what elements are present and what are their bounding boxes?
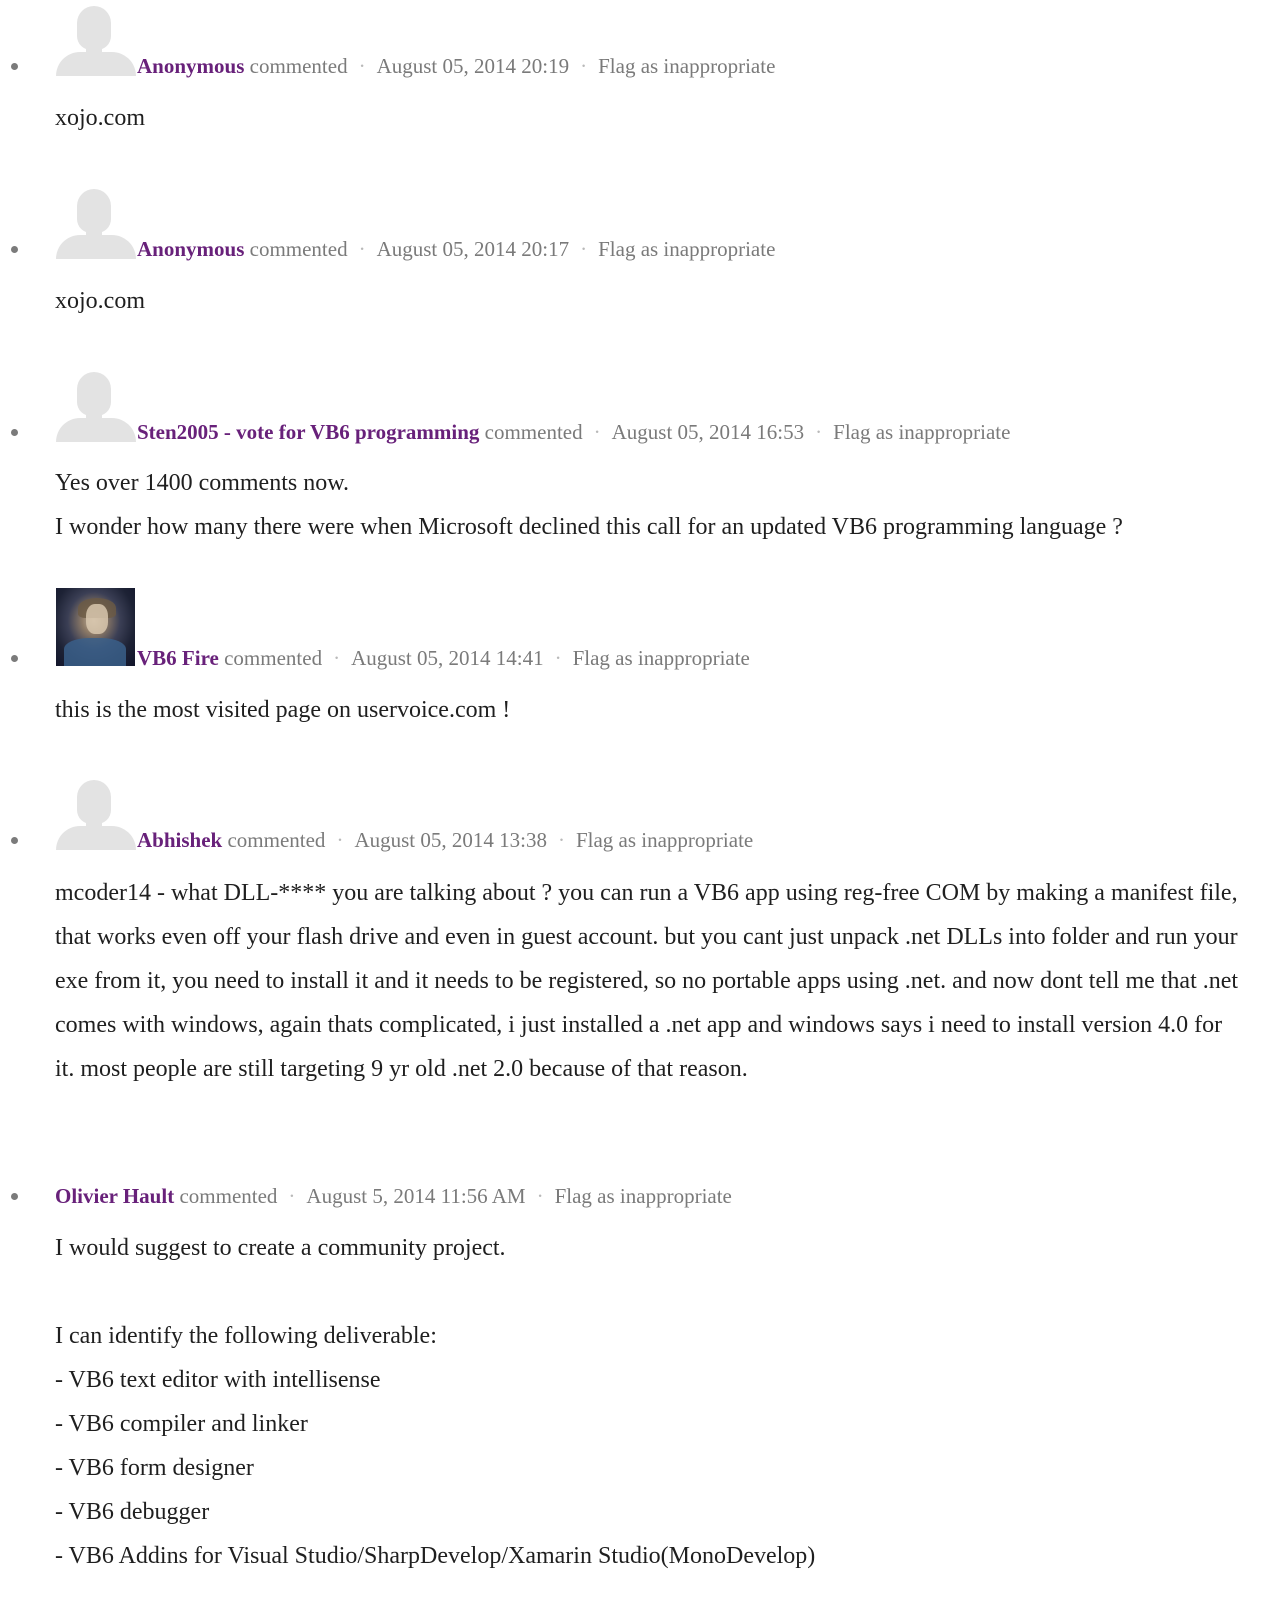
commented-label: commented: [249, 54, 348, 78]
comment-body: xojo.com: [55, 288, 145, 314]
comment-body: xojo.com: [55, 105, 145, 131]
comment-date-link[interactable]: August 05, 2014 16:53: [612, 420, 805, 444]
comment-date-link[interactable]: August 05, 2014 20:17: [377, 237, 570, 261]
separator-dot: ·: [336, 828, 344, 852]
separator-dot: ·: [358, 54, 366, 78]
person-placeholder-icon: [56, 6, 136, 76]
separator-dot: ·: [358, 237, 366, 261]
flag-inappropriate-link[interactable]: Flag as inappropriate: [555, 1184, 732, 1208]
separator-dot: ·: [536, 1184, 544, 1208]
comment-body: mcoder14 - what DLL-**** you are talking…: [55, 880, 1239, 1082]
comment-date-link[interactable]: August 05, 2014 13:38: [354, 828, 547, 852]
list-bullet: [11, 429, 18, 436]
comment-meta: Sten2005 - vote for VB6 programming comm…: [137, 419, 1010, 445]
comment-date-link[interactable]: August 05, 2014 14:41: [351, 646, 544, 670]
author-link[interactable]: Anonymous: [137, 237, 244, 261]
commented-label: commented: [484, 420, 583, 444]
commented-label: commented: [224, 646, 323, 670]
comment-body: Yes over 1400 comments now. I wonder how…: [55, 470, 1123, 540]
flag-inappropriate-link[interactable]: Flag as inappropriate: [598, 54, 775, 78]
comment-meta: Anonymous commented · August 05, 2014 20:1…: [137, 236, 775, 262]
commented-label: commented: [179, 1184, 278, 1208]
commented-label: commented: [249, 237, 348, 261]
separator-dot: ·: [593, 420, 601, 444]
comment-date-link[interactable]: August 05, 2014 20:19: [377, 54, 570, 78]
comment-meta: Abhishek commented · August 05, 2014 13:38…: [137, 827, 753, 853]
separator-dot: ·: [333, 646, 341, 670]
list-bullet: [11, 246, 18, 253]
comment-body: I would suggest to create a community pr…: [55, 1235, 816, 1569]
person-placeholder-icon: [56, 372, 136, 442]
separator-dot: ·: [580, 237, 588, 261]
author-link[interactable]: Sten2005 - vote for VB6 programming: [137, 420, 479, 444]
separator-dot: ·: [815, 420, 823, 444]
list-bullet: [11, 837, 18, 844]
author-link[interactable]: Abhishek: [137, 828, 222, 852]
list-bullet: [11, 1193, 18, 1200]
user-photo-avatar: [56, 588, 135, 666]
commented-label: commented: [227, 828, 326, 852]
separator-dot: ·: [554, 646, 562, 670]
flag-inappropriate-link[interactable]: Flag as inappropriate: [833, 420, 1010, 444]
comment-meta: VB6 Fire commented · August 05, 2014 14:41…: [137, 645, 750, 671]
author-link[interactable]: Olivier Hault: [55, 1184, 174, 1208]
person-placeholder-icon: [56, 189, 136, 259]
separator-dot: ·: [288, 1184, 296, 1208]
list-bullet: [11, 655, 18, 662]
comment-meta: Anonymous commented · August 05, 2014 20:1…: [137, 53, 775, 79]
list-bullet: [11, 63, 18, 70]
comment-body: this is the most visited page on uservoi…: [55, 697, 511, 723]
separator-dot: ·: [557, 828, 565, 852]
flag-inappropriate-link[interactable]: Flag as inappropriate: [573, 646, 750, 670]
comment-date-link[interactable]: August 5, 2014 11:56 AM: [306, 1184, 525, 1208]
flag-inappropriate-link[interactable]: Flag as inappropriate: [598, 237, 775, 261]
comment-meta: Olivier Hault commented · August 5, 2014 1…: [55, 1183, 732, 1209]
person-placeholder-icon: [56, 780, 136, 850]
author-link[interactable]: VB6 Fire: [137, 646, 219, 670]
separator-dot: ·: [580, 54, 588, 78]
flag-inappropriate-link[interactable]: Flag as inappropriate: [576, 828, 753, 852]
author-link[interactable]: Anonymous: [137, 54, 244, 78]
